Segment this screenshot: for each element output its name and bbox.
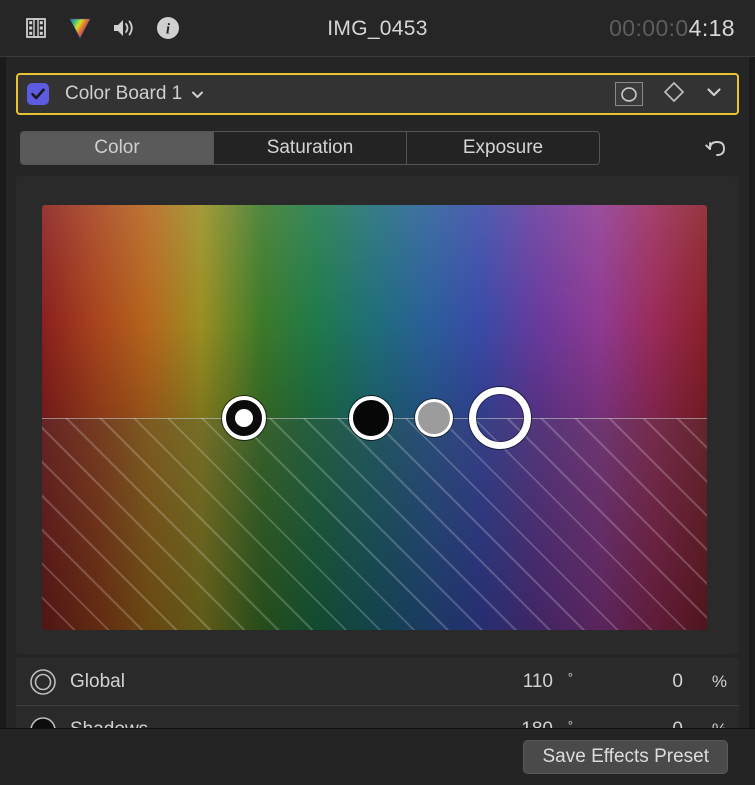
chevron-down-icon[interactable] xyxy=(190,87,205,102)
color-triangle-icon[interactable] xyxy=(66,14,94,42)
board-diagonal-stripes xyxy=(42,418,707,631)
titlebar-icon-group: i xyxy=(22,14,182,42)
shadows-puck[interactable] xyxy=(349,396,393,440)
right-edge xyxy=(749,57,755,728)
info-icon[interactable]: i xyxy=(154,14,182,42)
parameter-rows: Global 110 ° 0 % Shadows 180 ° 0 % xyxy=(16,658,739,730)
effect-header-controls xyxy=(615,81,723,108)
tab-saturation[interactable]: Saturation xyxy=(214,132,407,164)
parameter-label-global: Global xyxy=(70,671,125,693)
keyframe-diamond-icon[interactable] xyxy=(663,81,685,108)
global-percent-unit: % xyxy=(712,672,727,692)
left-edge xyxy=(0,57,6,728)
inspector-titlebar: i IMG_0453 00:00:04:18 xyxy=(0,0,755,57)
global-percent-value[interactable]: 0 xyxy=(633,671,683,693)
inspector-footer: Save Effects Preset xyxy=(0,728,755,785)
effect-expand-chevron-icon[interactable] xyxy=(705,83,723,106)
color-board-canvas[interactable] xyxy=(42,205,707,630)
midtones-puck[interactable] xyxy=(415,399,453,437)
board-upper-vertical-fade xyxy=(42,205,707,418)
global-angle-value[interactable]: 110 xyxy=(493,671,553,693)
shape-mask-icon[interactable] xyxy=(615,82,643,106)
highlights-puck[interactable] xyxy=(469,387,531,449)
timecode-display[interactable]: 00:00:04:18 xyxy=(609,0,735,57)
global-angle-unit: ° xyxy=(568,670,573,685)
color-board-panel xyxy=(16,176,739,654)
film-strip-icon[interactable] xyxy=(22,14,50,42)
tab-color[interactable]: Color xyxy=(21,132,214,164)
timecode-current: 4:18 xyxy=(689,15,735,42)
save-effects-preset-button[interactable]: Save Effects Preset xyxy=(523,740,728,774)
color-board-tabs: Color Saturation Exposure xyxy=(20,131,600,165)
color-board-inspector: i IMG_0453 00:00:04:18 Color Board 1 xyxy=(0,0,755,785)
board-upper-gradient xyxy=(42,205,707,418)
global-puck[interactable] xyxy=(222,396,266,440)
timecode-leading: 00:00:0 xyxy=(609,15,689,42)
effect-enabled-checkbox[interactable] xyxy=(27,83,49,105)
table-row[interactable]: Shadows 180 ° 0 % xyxy=(16,706,739,730)
table-row[interactable]: Global 110 ° 0 % xyxy=(16,658,739,706)
double-ring-icon[interactable] xyxy=(28,667,58,697)
effect-header-row[interactable]: Color Board 1 xyxy=(16,73,739,115)
volume-icon[interactable] xyxy=(110,14,138,42)
effect-name-label: Color Board 1 xyxy=(65,83,182,105)
global-puck-center-dot xyxy=(235,409,253,427)
reset-arrow-icon[interactable] xyxy=(699,131,733,165)
tab-exposure[interactable]: Exposure xyxy=(407,132,599,164)
